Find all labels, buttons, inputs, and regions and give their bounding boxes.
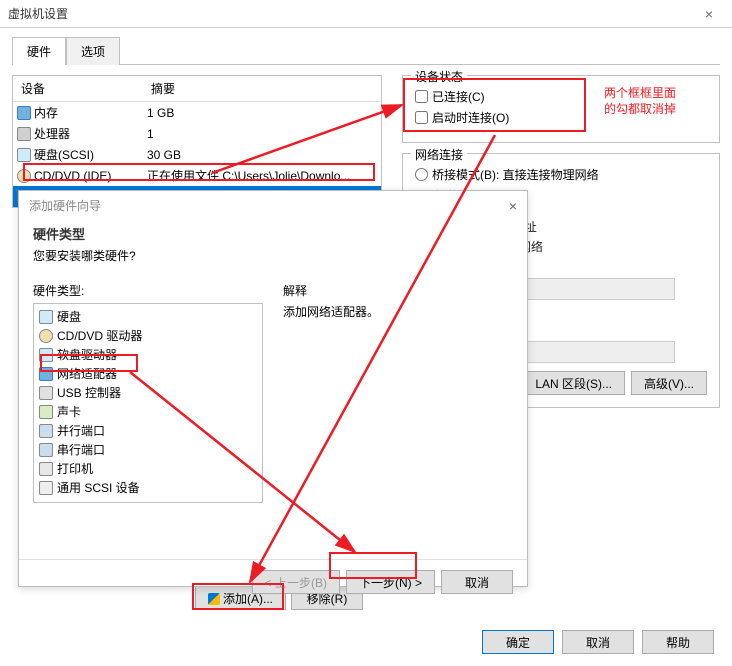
tab-options[interactable]: 选项 [66,37,120,65]
wizard-header-title: 硬件类型 [33,224,513,243]
wizard-close-icon[interactable]: × [509,198,517,214]
device-row-hdd[interactable]: 硬盘(SCSI)30 GB [13,144,381,165]
wizard-list-label: 硬件类型: [33,282,263,299]
wizard-item-7[interactable]: 串行端口 [37,440,259,459]
wizard-item-1[interactable]: CD/DVD 驱动器 [37,326,259,345]
wizard-item-2[interactable]: 软盘驱动器 [37,345,259,364]
check-connect-at-power-box[interactable] [415,111,428,124]
wizard-next-button[interactable]: 下一步(N) > [346,570,435,594]
check-connect-at-power-label: 启动时连接(O) [432,109,509,126]
check-connected[interactable]: 已连接(C) [415,88,707,105]
wizard-explain-text: 添加网络适配器。 [283,303,513,320]
usb-icon [39,386,53,400]
device-table-header: 设备 摘要 [13,76,381,102]
wizard-explain-label: 解释 [283,282,513,299]
dialog-footer: 确定 取消 帮助 [482,630,714,654]
check-connected-label: 已连接(C) [432,88,485,105]
window-title: 虚拟机设置 [8,5,694,22]
col-summary: 摘要 [143,76,381,101]
device-status-legend: 设备状态 [411,68,467,85]
add-hardware-wizard: 添加硬件向导 × 硬件类型 您要安装哪类硬件? 硬件类型: 硬盘CD/DVD 驱… [18,190,528,587]
prn-icon [39,462,53,476]
hardware-type-list[interactable]: 硬盘CD/DVD 驱动器软盘驱动器网络适配器USB 控制器声卡并行端口串行端口打… [33,303,263,503]
radio-bridged[interactable]: 桥接模式(B): 直接连接物理网络 [415,166,707,183]
snd-icon [39,405,53,419]
wizard-header-subtitle: 您要安装哪类硬件? [33,247,513,264]
device-row-cpu[interactable]: 处理器1 [13,123,381,144]
device-row-cd[interactable]: CD/DVD (IDE)正在使用文件 C:\Users\Jolie\Downlo… [13,165,381,186]
net-icon [39,367,53,381]
titlebar: 虚拟机设置 × [0,0,732,28]
check-connect-at-power[interactable]: 启动时连接(O) [415,109,707,126]
gen-icon [39,481,53,495]
network-connection-legend: 网络连接 [411,146,467,163]
device-status-group: 设备状态 已连接(C) 启动时连接(O) [402,75,720,143]
tab-strip: 硬件 选项 [12,36,720,65]
ok-button[interactable]: 确定 [482,630,554,654]
advanced-button[interactable]: 高级(V)... [631,371,707,395]
ser-icon [39,443,53,457]
hdd-icon [39,310,53,324]
hdd-icon [17,148,31,162]
cancel-button[interactable]: 取消 [562,630,634,654]
wizard-item-0[interactable]: 硬盘 [37,307,259,326]
wizard-back-button: < 上一步(B) [252,570,340,594]
wizard-title: 添加硬件向导 [29,197,101,214]
radio-bridged-input[interactable] [415,168,428,181]
mem-icon [17,106,31,120]
check-connected-box[interactable] [415,90,428,103]
tab-hardware[interactable]: 硬件 [12,37,66,65]
wizard-item-3[interactable]: 网络适配器 [37,364,259,383]
close-icon[interactable]: × [694,6,724,22]
wizard-header: 硬件类型 您要安装哪类硬件? [19,220,527,274]
wizard-item-9[interactable]: 通用 SCSI 设备 [37,478,259,497]
col-device: 设备 [13,76,143,101]
wizard-cancel-button[interactable]: 取消 [441,570,513,594]
ser-icon [39,424,53,438]
wizard-item-5[interactable]: 声卡 [37,402,259,421]
radio-bridged-label: 桥接模式(B): 直接连接物理网络 [432,166,599,183]
wizard-item-6[interactable]: 并行端口 [37,421,259,440]
device-row-mem[interactable]: 内存1 GB [13,102,381,123]
hdd-icon [39,348,53,362]
wizard-item-8[interactable]: 打印机 [37,459,259,478]
help-button[interactable]: 帮助 [642,630,714,654]
cd-icon [39,329,53,343]
cd-icon [17,169,31,183]
lan-segments-button[interactable]: LAN 区段(S)... [522,371,625,395]
cpu-icon [17,127,31,141]
wizard-item-4[interactable]: USB 控制器 [37,383,259,402]
